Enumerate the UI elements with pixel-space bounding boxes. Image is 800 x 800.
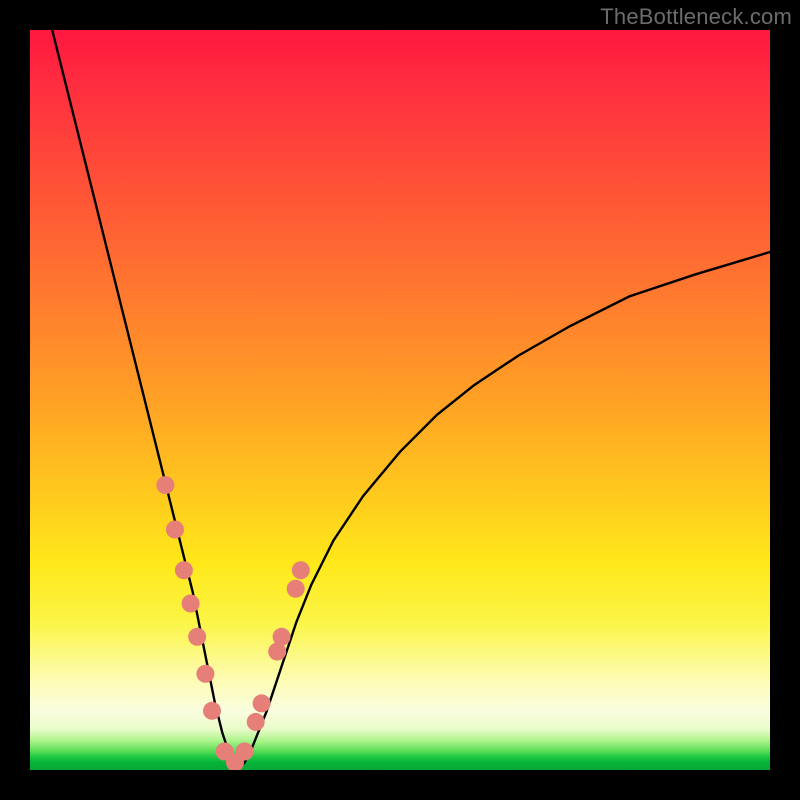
sample-marker — [188, 628, 206, 646]
bottleneck-curve — [52, 30, 770, 770]
sample-marker — [156, 476, 174, 494]
sample-marker — [203, 702, 221, 720]
chart-svg — [30, 30, 770, 770]
sample-markers — [156, 476, 309, 770]
sample-marker — [196, 665, 214, 683]
sample-marker — [273, 628, 291, 646]
sample-marker — [247, 713, 265, 731]
watermark-text: TheBottleneck.com — [600, 4, 792, 30]
sample-marker — [182, 595, 200, 613]
sample-marker — [287, 580, 305, 598]
sample-marker — [253, 694, 271, 712]
sample-marker — [292, 561, 310, 579]
sample-marker — [166, 521, 184, 539]
plot-area — [30, 30, 770, 770]
chart-frame: TheBottleneck.com — [0, 0, 800, 800]
sample-marker — [175, 561, 193, 579]
sample-marker — [236, 743, 254, 761]
